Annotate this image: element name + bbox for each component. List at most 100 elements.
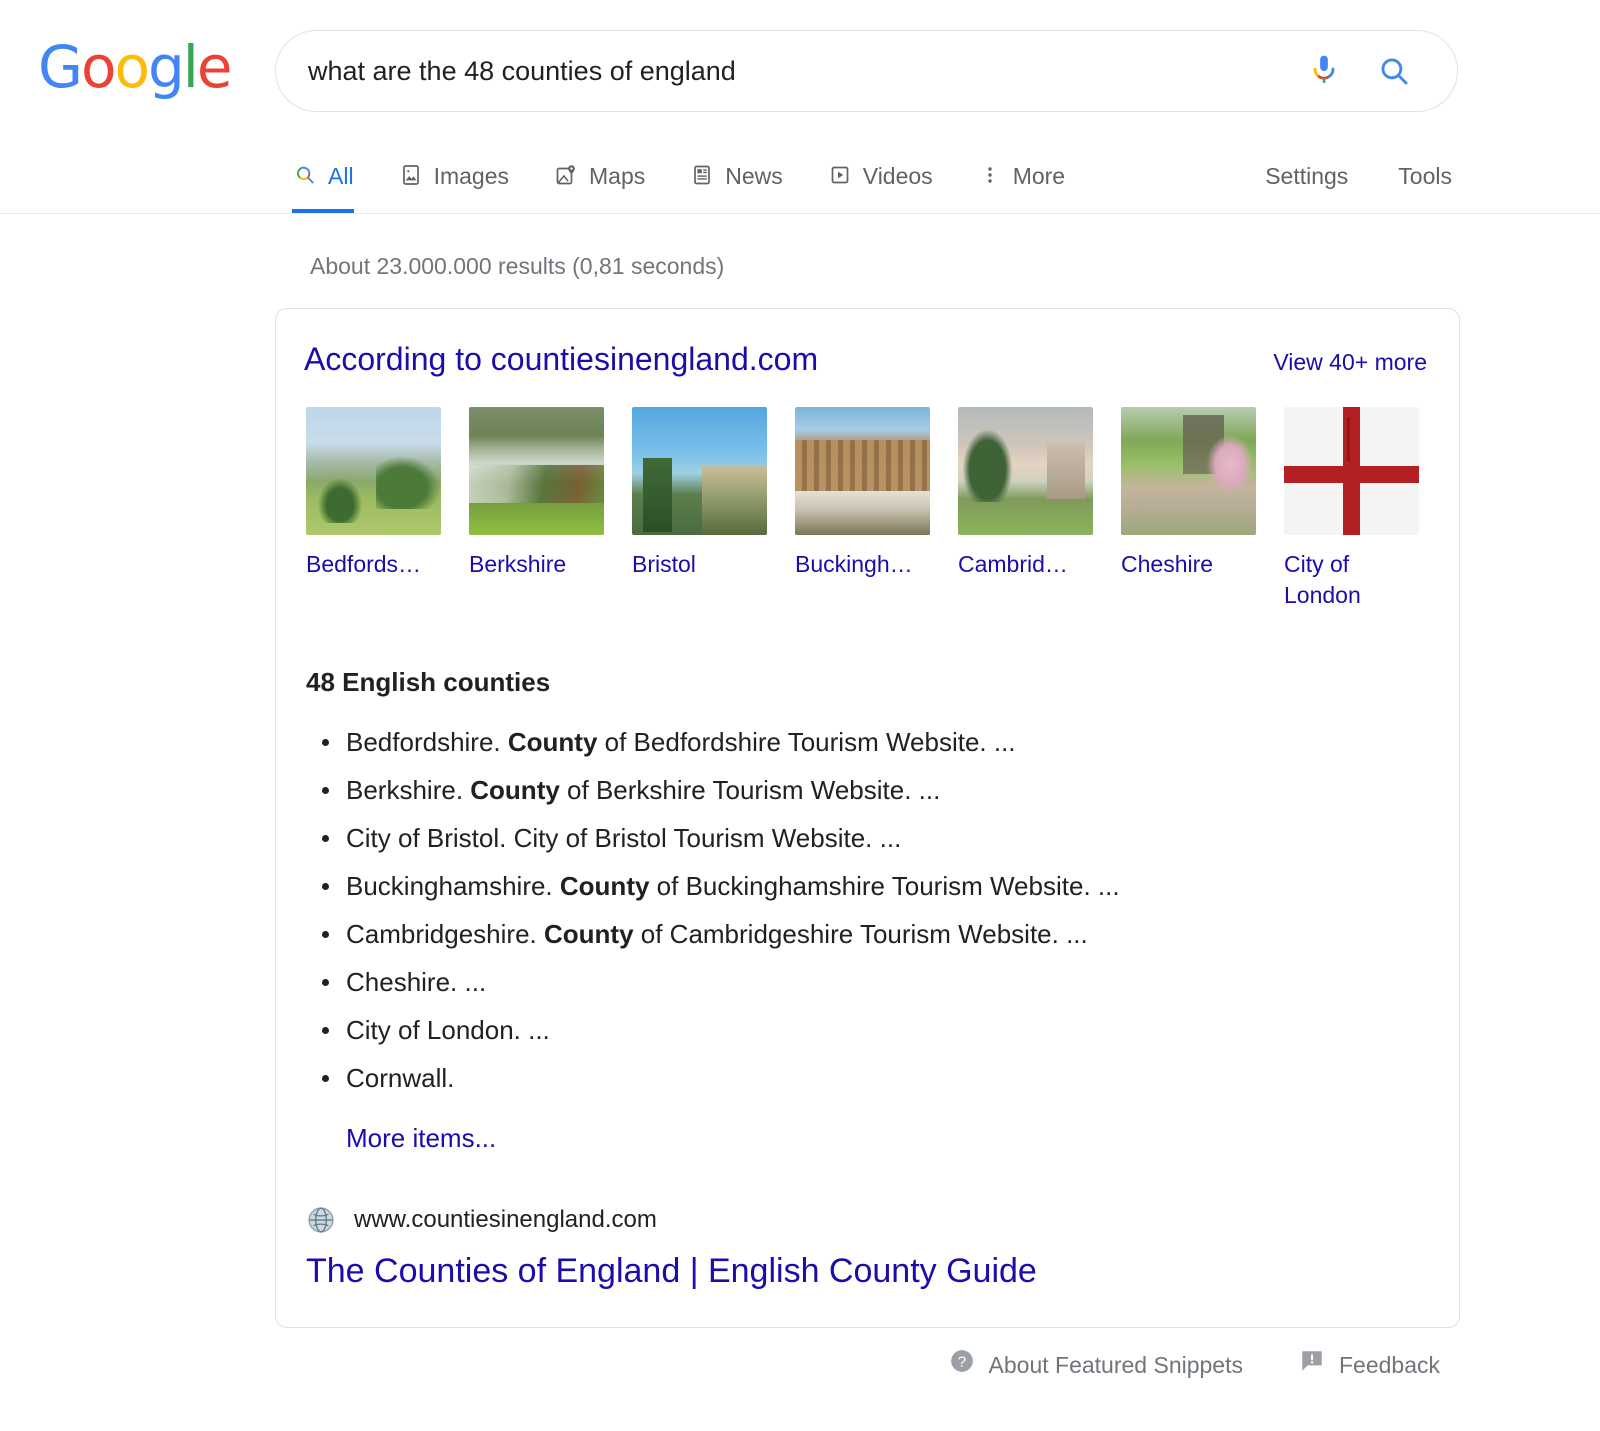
item-text: City of Bristol. City of Bristol Tourism… bbox=[346, 823, 902, 853]
thumbnail-label: Bedfords… bbox=[306, 551, 422, 577]
item-text: Buckinghamshire. bbox=[346, 871, 560, 901]
more-vertical-icon bbox=[977, 162, 1003, 188]
snippet-header: According to countiesinengland.com View … bbox=[304, 339, 1431, 379]
item-highlight: County bbox=[507, 727, 598, 757]
list-item: Bedfordshire. County of Bedfordshire Tou… bbox=[322, 725, 1431, 759]
tab-label: Maps bbox=[589, 163, 646, 189]
play-icon bbox=[827, 162, 853, 188]
thumbnail-city-of-london[interactable]: City of London bbox=[1284, 407, 1419, 611]
thumbnail-label: Bristol bbox=[632, 551, 696, 577]
thumbnail-label: Cheshire bbox=[1121, 551, 1214, 577]
thumbnail-label: Buckingh… bbox=[795, 551, 913, 577]
source-url: www.countiesinengland.com bbox=[354, 1206, 657, 1233]
thumbnail-cheshire[interactable]: Cheshire bbox=[1121, 407, 1256, 611]
feedback-button[interactable]: Feedback bbox=[1299, 1348, 1440, 1381]
item-text: Bedfordshire. bbox=[346, 727, 508, 757]
google-logo[interactable]: Google bbox=[38, 33, 233, 101]
thumbnail-image bbox=[632, 407, 767, 535]
map-pin-icon bbox=[553, 162, 579, 188]
according-to-link[interactable]: According to countiesinengland.com bbox=[304, 339, 818, 379]
item-text-tail: of Cambridgeshire Tourism Website. ... bbox=[633, 919, 1088, 949]
item-text-tail: of Bedfordshire Tourism Website. ... bbox=[597, 727, 1016, 757]
thumbnail-label: Cambrid… bbox=[958, 551, 1068, 577]
result-stats: About 23.000.000 results (0,81 seconds) bbox=[310, 253, 725, 279]
search-icon bbox=[292, 162, 318, 188]
view-more-link[interactable]: View 40+ more bbox=[1273, 347, 1431, 377]
search-nav: All Images Maps News Videos More Setting… bbox=[0, 140, 1600, 214]
list-item: Cheshire. ... bbox=[322, 965, 1431, 999]
tab-all[interactable]: All bbox=[292, 140, 354, 213]
item-text-tail: of Buckinghamshire Tourism Website. ... bbox=[649, 871, 1120, 901]
item-text: Cambridgeshire. bbox=[346, 919, 544, 949]
search-submit-icon[interactable] bbox=[1359, 54, 1429, 88]
tab-more[interactable]: More bbox=[977, 140, 1065, 213]
tab-label: Images bbox=[433, 163, 509, 189]
nav-right-actions: Settings Tools bbox=[1265, 162, 1452, 190]
item-text: Cornwall. bbox=[346, 1063, 455, 1093]
list-item: Berkshire. County of Berkshire Tourism W… bbox=[322, 773, 1431, 807]
item-text: Cheshire. ... bbox=[346, 967, 487, 997]
thumbnail-image bbox=[958, 407, 1093, 535]
snippet-list: Bedfordshire. County of Bedfordshire Tou… bbox=[304, 725, 1431, 1095]
snippet-list-title: 48 English counties bbox=[306, 667, 551, 697]
thumbnail-image bbox=[1284, 407, 1419, 535]
svg-text:?: ? bbox=[957, 1353, 965, 1370]
thumbnail-berkshire[interactable]: Berkshire bbox=[469, 407, 604, 611]
item-text-tail: of Berkshire Tourism Website. ... bbox=[559, 775, 941, 805]
item-highlight: County bbox=[543, 919, 634, 949]
feedback-icon bbox=[1299, 1348, 1325, 1381]
microphone-icon[interactable] bbox=[1289, 53, 1359, 89]
list-item: City of London. ... bbox=[322, 1013, 1431, 1047]
logo-letter-g1: G bbox=[38, 33, 83, 101]
list-item: Cambridgeshire. County of Cambridgeshire… bbox=[322, 917, 1431, 951]
thumbnail-image bbox=[1121, 407, 1256, 535]
search-bar[interactable] bbox=[275, 30, 1458, 112]
about-featured-snippets-label: About Featured Snippets bbox=[988, 1351, 1243, 1378]
more-items-link[interactable]: More items... bbox=[346, 1121, 1431, 1155]
list-item: City of Bristol. City of Bristol Tourism… bbox=[322, 821, 1431, 855]
source-title-link[interactable]: The Counties of England | English County… bbox=[304, 1249, 1431, 1293]
tab-news[interactable]: News bbox=[689, 140, 783, 213]
thumbnail-image bbox=[306, 407, 441, 535]
tab-label: All bbox=[328, 163, 354, 189]
tab-videos[interactable]: Videos bbox=[827, 140, 933, 213]
logo-letter-o1: o bbox=[80, 33, 116, 101]
item-text: Berkshire. bbox=[346, 775, 471, 805]
settings-button[interactable]: Settings bbox=[1265, 162, 1348, 190]
county-thumbnail-strip: Bedfords… Berkshire Bristol Buckingh… Ca… bbox=[304, 407, 1431, 611]
item-text: City of London. ... bbox=[346, 1015, 550, 1045]
thumbnail-cambridgeshire[interactable]: Cambrid… bbox=[958, 407, 1093, 611]
about-featured-snippets-button[interactable]: ? About Featured Snippets bbox=[949, 1348, 1243, 1381]
snippet-footer: ? About Featured Snippets Feedback bbox=[949, 1348, 1440, 1381]
item-highlight: County bbox=[559, 871, 650, 901]
tab-label: More bbox=[1012, 163, 1066, 189]
tab-images[interactable]: Images bbox=[398, 140, 509, 213]
featured-snippet-card: According to countiesinengland.com View … bbox=[275, 308, 1460, 1328]
tools-button[interactable]: Tools bbox=[1398, 162, 1452, 190]
logo-letter-e: e bbox=[196, 33, 233, 101]
logo-letter-o2: o bbox=[114, 33, 149, 101]
feedback-label: Feedback bbox=[1338, 1351, 1440, 1378]
tab-label: News bbox=[725, 163, 783, 189]
logo-letter-l: l bbox=[182, 33, 199, 101]
item-highlight: County bbox=[470, 775, 560, 805]
list-item: Buckinghamshire. County of Buckinghamshi… bbox=[322, 869, 1431, 903]
tab-maps[interactable]: Maps bbox=[553, 140, 645, 213]
thumbnail-label: Berkshire bbox=[469, 551, 567, 577]
thumbnail-image bbox=[469, 407, 604, 535]
thumbnail-buckinghamshire[interactable]: Buckingh… bbox=[795, 407, 930, 611]
tab-label: Videos bbox=[862, 163, 933, 189]
thumbnail-bedfordshire[interactable]: Bedfords… bbox=[306, 407, 441, 611]
image-icon bbox=[398, 162, 424, 188]
source-row: www.countiesinengland.com bbox=[304, 1205, 1431, 1235]
thumbnail-label: City of London bbox=[1284, 551, 1361, 608]
list-item: Cornwall. bbox=[322, 1061, 1431, 1095]
thumbnail-bristol[interactable]: Bristol bbox=[632, 407, 767, 611]
thumbnail-image bbox=[795, 407, 930, 535]
globe-icon bbox=[306, 1205, 336, 1235]
search-input[interactable] bbox=[276, 55, 1289, 87]
logo-letter-g2: g bbox=[147, 33, 185, 101]
newspaper-icon bbox=[689, 162, 715, 188]
page-header: Google bbox=[0, 0, 1600, 140]
help-circle-icon: ? bbox=[949, 1348, 975, 1381]
